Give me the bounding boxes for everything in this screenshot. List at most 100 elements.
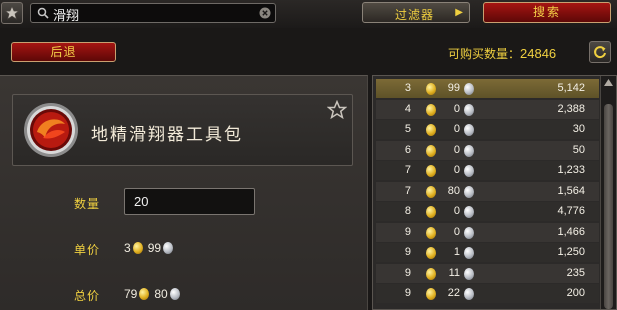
item-name: 地精滑翔器工具包 (91, 125, 243, 145)
listing-silver: 1 (453, 246, 460, 258)
listing-silver: 0 (453, 143, 460, 156)
list-item[interactable]: 6 0 50 (376, 140, 599, 160)
search-field[interactable]: 滑翔 (30, 3, 276, 24)
gold-coin-icon (426, 267, 436, 280)
listing-silver: 0 (453, 225, 460, 238)
listing-quantity: 30 (572, 123, 585, 135)
scroll-thumb[interactable] (604, 104, 613, 309)
list-item[interactable]: 7 80 1,564 (376, 181, 599, 201)
listing-quantity: 1,564 (557, 184, 585, 197)
star-icon[interactable] (327, 100, 347, 120)
listing-gold: 8 (404, 205, 411, 217)
silver-coin-icon (464, 288, 474, 300)
list-item[interactable]: 9 0 1,466 (376, 222, 599, 242)
unit-price-label: 单价 (74, 243, 101, 257)
listing-quantity: 2,388 (557, 102, 585, 115)
gold-coin-icon (426, 83, 436, 95)
silver-coin-icon (163, 242, 174, 254)
gold-coin-icon (426, 247, 436, 259)
gold-coin-icon (426, 103, 436, 116)
search-input[interactable]: 滑翔 (53, 5, 79, 24)
scroll-up-icon[interactable] (603, 78, 614, 88)
item-detail-panel: 地精滑翔器工具包 数量 20 单价 3 99 总价 79 80 (0, 75, 368, 310)
list-item[interactable]: 3 99 5,142 (376, 79, 599, 98)
listing-silver: 11 (448, 266, 460, 279)
total-price: 79 80 (124, 287, 185, 301)
listing-gold: 7 (404, 184, 411, 197)
buyable-count: 可购买数量：24846 (448, 45, 556, 62)
silver-coin-icon (464, 103, 474, 116)
item-card: 地精滑翔器工具包 (12, 94, 353, 166)
silver-coin-icon (464, 185, 474, 198)
top-bar: 滑翔 过滤器 ▶ 搜索 (0, 0, 617, 28)
listing-gold: 9 (404, 246, 411, 258)
listing-quantity: 50 (572, 143, 585, 156)
filter-button[interactable]: 过滤器 ▶ (362, 2, 470, 23)
gold-coin-icon (139, 288, 150, 300)
arrow-right-icon: ▶ (455, 7, 464, 18)
listing-gold: 6 (404, 143, 411, 156)
gold-coin-icon (132, 242, 143, 254)
list-item[interactable]: 9 1 1,250 (376, 243, 599, 262)
star-icon (4, 5, 20, 20)
gold-coin-icon (426, 144, 436, 157)
search-button[interactable]: 搜索 (483, 2, 611, 23)
gold-coin-icon (426, 206, 436, 218)
listing-gold: 7 (404, 164, 411, 176)
list-item[interactable]: 9 11 235 (376, 263, 599, 283)
gold-coin-icon (426, 124, 436, 136)
unit-silver: 99 (147, 241, 162, 255)
listing-gold: 5 (404, 123, 411, 135)
listing-quantity: 5,142 (557, 82, 585, 94)
listing-gold: 4 (404, 102, 411, 115)
listing-gold: 3 (404, 82, 411, 94)
list-item[interactable]: 5 0 30 (376, 120, 599, 139)
buyable-value: 24846 (520, 46, 557, 61)
clear-icon[interactable] (259, 7, 271, 19)
listing-silver: 0 (453, 205, 460, 217)
total-silver: 80 (154, 287, 168, 301)
silver-coin-icon (464, 165, 474, 177)
gold-coin-icon (426, 288, 436, 300)
listing-quantity: 1,466 (557, 225, 585, 238)
refresh-button[interactable] (589, 41, 611, 63)
total-price-label: 总价 (74, 289, 101, 303)
list-item[interactable]: 4 0 2,388 (376, 99, 599, 119)
silver-coin-icon (464, 206, 474, 218)
listing-quantity: 235 (566, 266, 585, 279)
unit-price: 3 99 (124, 241, 178, 255)
silver-coin-icon (169, 288, 180, 300)
silver-coin-icon (464, 124, 474, 136)
listing-gold: 9 (404, 266, 411, 279)
listings-panel: 3 99 5,142 4 0 2,388 5 0 30 6 0 50 7 0 1,233 7 80 1,564 8 0… (372, 75, 617, 310)
unit-gold: 3 (124, 241, 131, 255)
listing-quantity: 200 (566, 287, 585, 299)
listing-quantity: 1,233 (557, 164, 585, 176)
refresh-icon (594, 46, 606, 59)
quantity-label: 数量 (74, 197, 101, 211)
favorites-button[interactable] (1, 2, 23, 24)
listing-silver: 22 (447, 287, 460, 299)
gold-coin-icon (426, 226, 436, 239)
silver-coin-icon (464, 247, 474, 259)
listing-quantity: 1,250 (557, 246, 585, 258)
listing-quantity: 4,776 (557, 205, 585, 217)
listing-silver: 0 (453, 123, 460, 135)
listing-gold: 9 (404, 287, 411, 299)
quantity-input[interactable]: 20 (124, 188, 255, 215)
list-item[interactable]: 7 0 1,233 (376, 161, 599, 180)
list-item[interactable]: 8 0 4,776 (376, 202, 599, 221)
search-icon (37, 7, 49, 19)
listing-silver: 99 (447, 82, 460, 94)
listing-silver: 0 (453, 102, 460, 115)
silver-coin-icon (464, 267, 474, 280)
silver-coin-icon (464, 83, 474, 95)
filter-label: 过滤器 (395, 8, 435, 22)
back-button[interactable]: 后退 (11, 42, 116, 62)
listing-silver: 80 (447, 184, 460, 197)
gold-coin-icon (426, 165, 436, 177)
listing-silver: 0 (453, 164, 460, 176)
scrollbar[interactable] (600, 76, 616, 309)
list-item[interactable]: 9 22 200 (376, 284, 599, 303)
item-icon (24, 103, 78, 157)
